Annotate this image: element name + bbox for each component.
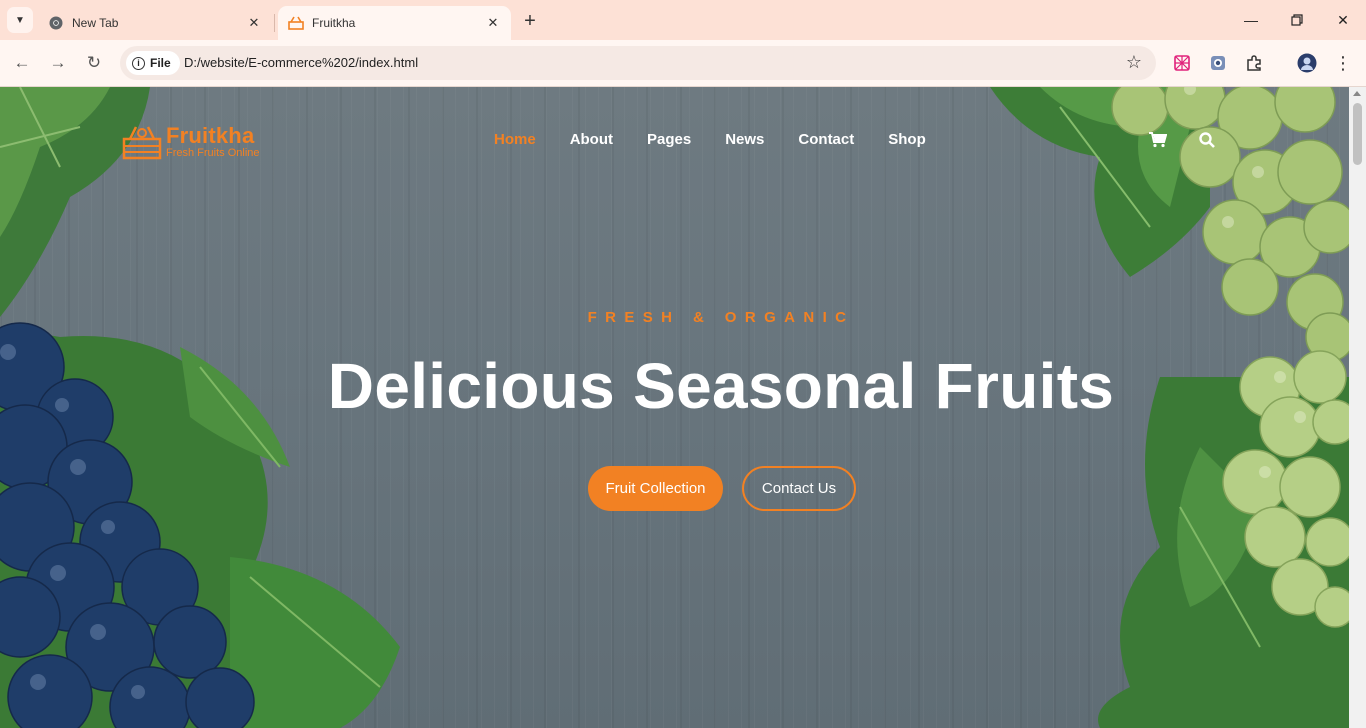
tab-title: Fruitkha — [312, 16, 356, 30]
nav-link-pages[interactable]: Pages — [647, 131, 691, 148]
nav-link-news[interactable]: News — [725, 131, 764, 148]
contact-us-button[interactable]: Contact Us — [742, 466, 856, 511]
tab-fruitkha[interactable]: Fruitkha ✕ — [278, 6, 511, 40]
nav-link-home[interactable]: Home — [494, 131, 536, 148]
bookmark-star-icon[interactable]: ☆ — [1126, 52, 1142, 73]
hero-subtitle: FRESH & ORGANIC — [587, 309, 855, 326]
main-navigation: Home About Pages News Contact Shop — [494, 131, 926, 148]
extension-grid-icon[interactable] — [1171, 52, 1193, 74]
nav-link-shop[interactable]: Shop — [888, 131, 926, 148]
browser-toolbar: ← → ↻ i File D:/website/E-commerce%202/i… — [0, 40, 1366, 87]
hero-title: Delicious Seasonal Fruits — [327, 350, 1115, 422]
reload-icon[interactable]: ↻ — [79, 48, 109, 78]
close-tab-icon[interactable]: ✕ — [483, 13, 503, 33]
tab-strip: ▼ New Tab ✕ Fruitkha ✕ + — ✕ — [0, 0, 1366, 40]
info-icon: i — [132, 56, 145, 70]
extension-camera-icon[interactable] — [1207, 52, 1229, 74]
extensions-puzzle-icon[interactable] — [1243, 52, 1265, 74]
menu-dots-icon[interactable]: ⋮ — [1332, 52, 1354, 74]
logo-name: Fruitkha — [166, 123, 255, 148]
page-viewport: Fruitkha Fresh Fruits Online Home About … — [0, 87, 1349, 728]
search-icon[interactable] — [1197, 130, 1217, 150]
scrollbar-thumb[interactable] — [1353, 103, 1362, 165]
scheme-label: File — [150, 56, 171, 70]
new-tab-button[interactable]: + — [518, 9, 542, 33]
site-logo[interactable]: Fruitkha Fresh Fruits Online — [122, 123, 260, 161]
fruit-collection-button[interactable]: Fruit Collection — [588, 466, 723, 511]
address-bar[interactable]: i File D:/website/E-commerce%202/index.h… — [120, 46, 1156, 80]
back-arrow-icon[interactable]: ← — [7, 48, 37, 78]
chevron-down-icon: ▼ — [15, 14, 25, 26]
close-tab-icon[interactable]: ✕ — [244, 13, 264, 33]
cart-icon[interactable] — [1148, 130, 1168, 150]
nav-link-contact[interactable]: Contact — [798, 131, 854, 148]
page-scrollbar[interactable] — [1349, 87, 1366, 728]
profile-avatar[interactable] — [1296, 52, 1318, 74]
nav-link-about[interactable]: About — [570, 131, 613, 148]
tab-title: New Tab — [72, 16, 119, 30]
fruit-basket-icon — [122, 123, 162, 161]
minimize-icon[interactable]: — — [1228, 6, 1274, 34]
chrome-icon — [48, 15, 64, 31]
url-text[interactable]: D:/website/E-commerce%202/index.html — [184, 55, 418, 70]
scroll-up-arrow-icon[interactable] — [1353, 91, 1361, 96]
tab-search-button[interactable]: ▼ — [7, 7, 33, 33]
tab-separator — [274, 14, 275, 32]
fruit-basket-icon — [288, 15, 304, 31]
close-window-icon[interactable]: ✕ — [1320, 6, 1366, 34]
forward-arrow-icon[interactable]: → — [43, 48, 73, 78]
site-info-chip[interactable]: i File — [126, 51, 180, 75]
tab-new-tab[interactable]: New Tab ✕ — [38, 6, 272, 40]
restore-icon[interactable] — [1274, 6, 1320, 34]
logo-tagline: Fresh Fruits Online — [166, 147, 260, 159]
